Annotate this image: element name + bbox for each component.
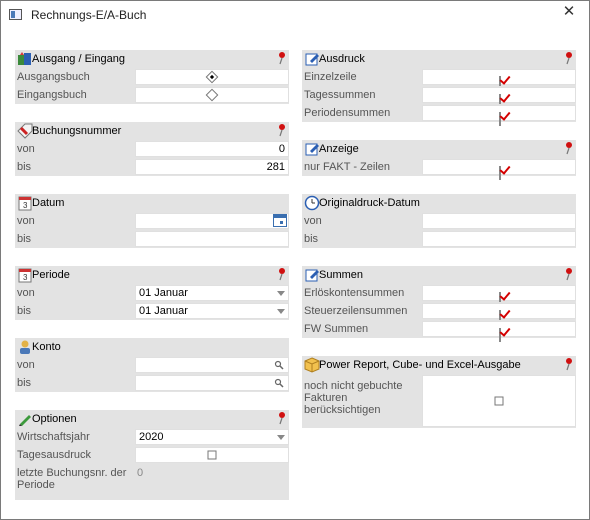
calendar-icon: 3 xyxy=(18,196,32,211)
group-header: Ausgang / Eingang xyxy=(15,50,289,68)
group-summen: Summen Erlöskontensummen Steuerzeilensum… xyxy=(302,266,576,342)
pin-icon[interactable] xyxy=(277,51,287,65)
group-periode: 3 Periode von 01 Januar bis 01 Januar xyxy=(15,266,289,320)
erloeskontensummen-checkbox[interactable] xyxy=(422,285,576,306)
group-title: Ausgang / Eingang xyxy=(32,53,125,65)
search-icon[interactable] xyxy=(274,360,284,370)
originaldruck-von-input[interactable] xyxy=(422,213,576,229)
checkbox-unchecked-icon xyxy=(207,450,217,460)
edit-document-icon xyxy=(305,53,319,66)
group-title: Buchungsnummer xyxy=(32,125,122,137)
group-datum: 3 Datum von bis xyxy=(15,194,289,248)
group-konto: Konto von bis xyxy=(15,338,289,392)
pin-icon[interactable] xyxy=(564,141,574,155)
close-button[interactable]: ✕ xyxy=(559,3,579,21)
nur-fakt-zeilen-checkbox[interactable] xyxy=(422,159,576,180)
checkbox-unchecked-icon xyxy=(494,396,504,406)
group-title: Originaldruck-Datum xyxy=(319,197,420,209)
einzelzeile-checkbox[interactable] xyxy=(422,69,576,90)
pin-icon[interactable] xyxy=(564,51,574,65)
group-title: Power Report, Cube- und Excel-Ausgabe xyxy=(319,359,521,371)
tagessummen-checkbox[interactable] xyxy=(422,87,576,108)
power-report-checkbox[interactable] xyxy=(422,375,576,427)
group-ausdruck: Ausdruck Einzelzeile Tagessummen Periode… xyxy=(302,50,576,126)
book-flag-icon xyxy=(18,52,31,65)
group-buchungsnummer: Buchungsnummer von 0 bis 281 xyxy=(15,122,289,176)
datum-von-input[interactable] xyxy=(135,213,289,229)
group-ausgang-eingang: Ausgang / Eingang Ausgangsbuch Eingangsb… xyxy=(15,50,289,104)
group-title: Periode xyxy=(32,269,70,281)
dialog-window: Rechnungs-E/A-Buch ✕ Ausgang / Eingang A… xyxy=(0,0,590,520)
option-ausgangsbuch: Ausgangsbuch xyxy=(15,68,289,86)
steuerzeilensummen-checkbox[interactable] xyxy=(422,303,576,324)
radio-unselected-icon xyxy=(205,88,219,102)
group-title: Datum xyxy=(32,197,65,209)
group-title: Optionen xyxy=(32,413,77,425)
checkmark-icon xyxy=(499,166,501,180)
title-bar: Rechnungs-E/A-Buch ✕ xyxy=(1,1,589,29)
user-icon xyxy=(20,340,30,354)
fw-summen-checkbox[interactable] xyxy=(422,321,576,342)
clock-icon xyxy=(304,195,320,211)
cube-icon xyxy=(304,357,320,373)
group-originaldruck-datum: Originaldruck-Datum von bis xyxy=(302,194,576,248)
window-title: Rechnungs-E/A-Buch xyxy=(31,8,147,22)
chevron-down-icon[interactable] xyxy=(274,286,288,300)
konto-bis-input[interactable] xyxy=(135,375,289,391)
pin-icon[interactable] xyxy=(277,123,287,137)
option-eingangsbuch: Eingangsbuch xyxy=(15,86,289,104)
group-optionen: Optionen Wirtschaftsjahr 2020 Tagesausdr… xyxy=(15,410,289,500)
tag-icon xyxy=(17,123,33,139)
checkmark-icon xyxy=(499,112,501,126)
buchungsnummer-von-input[interactable]: 0 xyxy=(135,141,289,157)
group-title: Summen xyxy=(319,269,364,281)
edit-document-icon xyxy=(305,269,319,282)
pin-icon[interactable] xyxy=(564,267,574,281)
periode-von-select[interactable]: 01 Januar xyxy=(135,285,289,301)
group-title: Anzeige xyxy=(319,143,359,155)
svg-text:3: 3 xyxy=(23,273,28,282)
wirtschaftsjahr-select[interactable]: 2020 xyxy=(135,429,289,445)
pin-icon[interactable] xyxy=(564,357,574,371)
periodensummen-checkbox[interactable] xyxy=(422,105,576,126)
group-title: Konto xyxy=(32,341,61,353)
eingangsbuch-radio[interactable] xyxy=(135,87,289,103)
svg-text:3: 3 xyxy=(23,201,28,210)
checkmark-icon xyxy=(499,328,501,342)
radio-selected-icon xyxy=(205,70,219,84)
letzte-buchungsnr-value: 0 xyxy=(137,467,144,479)
periode-bis-select[interactable]: 01 Januar xyxy=(135,303,289,319)
group-title: Ausdruck xyxy=(319,53,365,65)
pin-icon[interactable] xyxy=(277,411,287,425)
pencil-icon xyxy=(19,415,31,426)
chevron-down-icon[interactable] xyxy=(274,304,288,318)
group-power-report: Power Report, Cube- und Excel-Ausgabe no… xyxy=(302,356,576,428)
originaldruck-bis-input[interactable] xyxy=(422,231,576,247)
chevron-down-icon[interactable] xyxy=(274,430,288,444)
date-picker-icon[interactable] xyxy=(273,214,287,227)
datum-bis-input[interactable] xyxy=(135,231,289,247)
edit-document-icon xyxy=(305,143,319,156)
pin-icon[interactable] xyxy=(277,267,287,281)
ausgangsbuch-radio[interactable] xyxy=(135,69,289,85)
group-anzeige: Anzeige nur FAKT - Zeilen xyxy=(302,140,576,180)
search-icon[interactable] xyxy=(274,378,284,388)
konto-von-input[interactable] xyxy=(135,357,289,373)
tagesausdruck-checkbox[interactable] xyxy=(135,447,289,463)
calendar-icon: 3 xyxy=(18,268,32,283)
app-window-icon xyxy=(9,9,22,20)
buchungsnummer-bis-input[interactable]: 281 xyxy=(135,159,289,175)
